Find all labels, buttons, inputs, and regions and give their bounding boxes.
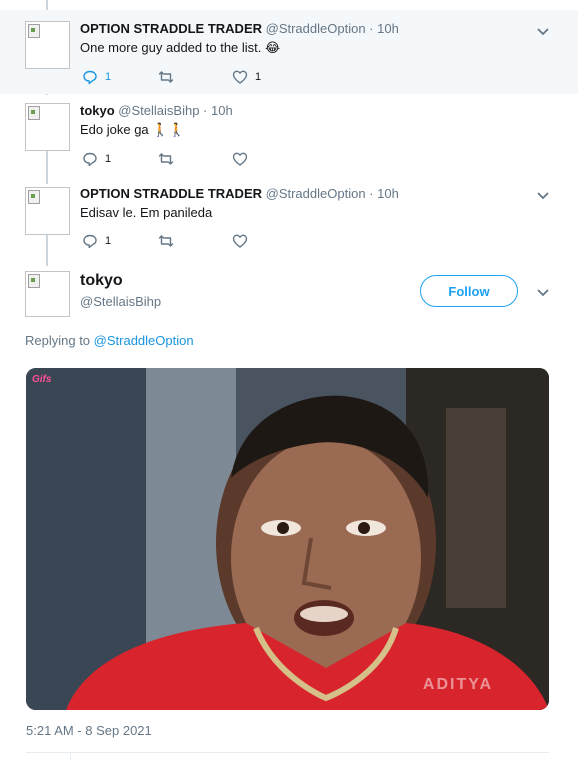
avatar[interactable] bbox=[25, 21, 70, 69]
like-button[interactable] bbox=[232, 233, 255, 249]
like-count: 1 bbox=[255, 71, 262, 83]
tweet-page: OPTION STRADDLE TRADER @StraddleOption ·… bbox=[0, 0, 578, 760]
tweet-header: OPTION STRADDLE TRADER @StraddleOption ·… bbox=[80, 186, 399, 201]
tweet-header: tokyo @StellaisBihp · 10h bbox=[80, 103, 233, 118]
tweet-text: Edisav le. Em panileda bbox=[80, 205, 213, 220]
replying-prefix: Replying to bbox=[25, 333, 94, 348]
divider bbox=[26, 752, 549, 753]
media-illustration bbox=[26, 368, 549, 710]
display-name[interactable]: tokyo bbox=[80, 103, 115, 118]
user-handle[interactable]: @StellaisBihp bbox=[80, 294, 161, 309]
heart-icon bbox=[232, 152, 248, 166]
retweet-button[interactable] bbox=[158, 151, 181, 167]
chevron-down-icon[interactable] bbox=[536, 27, 550, 37]
heart-icon bbox=[232, 234, 248, 248]
tweet-actions: 1 bbox=[82, 151, 282, 169]
display-name[interactable]: OPTION STRADDLE TRADER bbox=[80, 21, 262, 36]
tweet-actions: 1 bbox=[82, 233, 282, 251]
avatar[interactable] bbox=[25, 103, 70, 151]
reply-tweet[interactable]: OPTION STRADDLE TRADER @StraddleOption ·… bbox=[0, 178, 578, 260]
heart-icon bbox=[232, 70, 248, 84]
tweet-text: Edo joke ga 🚶🚶 bbox=[80, 122, 185, 137]
replying-to: Replying to @StraddleOption bbox=[25, 333, 194, 348]
like-button[interactable] bbox=[232, 151, 255, 167]
reply-button[interactable]: 1 bbox=[82, 233, 111, 249]
thread-line bbox=[46, 0, 48, 10]
user-handle[interactable]: @StraddleOption bbox=[266, 21, 366, 36]
reply-button[interactable]: 1 bbox=[82, 69, 111, 85]
tweet-time[interactable]: 10h bbox=[377, 21, 399, 36]
user-handle[interactable]: @StellaisBihp bbox=[118, 103, 199, 118]
separator-dot: · bbox=[369, 21, 374, 36]
follow-button[interactable]: Follow bbox=[420, 275, 518, 307]
like-button[interactable]: 1 bbox=[232, 69, 261, 85]
tweet-media-gif[interactable]: Gifs ADITYA bbox=[26, 368, 549, 710]
retweet-button[interactable] bbox=[158, 233, 181, 249]
tweet-time[interactable]: 10h bbox=[377, 186, 399, 201]
chevron-down-icon[interactable] bbox=[536, 191, 550, 201]
display-name[interactable]: tokyo bbox=[80, 272, 123, 290]
retweet-button[interactable] bbox=[158, 69, 181, 85]
reply-icon bbox=[83, 152, 97, 167]
separator-dot: · bbox=[369, 186, 374, 201]
tweet-timestamp[interactable]: 5:21 AM - 8 Sep 2021 bbox=[26, 723, 152, 738]
divider bbox=[70, 752, 71, 760]
reply-tweet[interactable]: tokyo @StellaisBihp · 10h Edo joke ga 🚶🚶… bbox=[0, 95, 578, 177]
user-handle[interactable]: @StraddleOption bbox=[266, 186, 366, 201]
reply-count: 1 bbox=[105, 153, 112, 165]
separator-dot: · bbox=[203, 103, 208, 118]
reply-count: 1 bbox=[105, 235, 112, 247]
avatar[interactable] bbox=[25, 271, 70, 317]
tweet-actions: 1 1 bbox=[82, 69, 282, 87]
media-watermark: Gifs bbox=[32, 374, 52, 385]
tweet-text: One more guy added to the list. 😂 bbox=[80, 40, 281, 55]
reply-icon bbox=[83, 234, 97, 249]
reply-count: 1 bbox=[105, 71, 112, 83]
retweet-icon bbox=[158, 235, 174, 247]
chevron-down-icon[interactable] bbox=[536, 288, 550, 298]
media-channel-logo: ADITYA bbox=[422, 676, 493, 693]
reply-tweet[interactable]: OPTION STRADDLE TRADER @StraddleOption ·… bbox=[0, 10, 578, 94]
retweet-icon bbox=[158, 71, 174, 83]
reply-button[interactable]: 1 bbox=[82, 151, 111, 167]
tweet-header: OPTION STRADDLE TRADER @StraddleOption ·… bbox=[80, 21, 399, 36]
avatar[interactable] bbox=[25, 187, 70, 235]
replying-to-link[interactable]: @StraddleOption bbox=[94, 333, 194, 348]
display-name[interactable]: OPTION STRADDLE TRADER bbox=[80, 186, 262, 201]
reply-icon bbox=[83, 70, 97, 85]
retweet-icon bbox=[158, 153, 174, 165]
tweet-time[interactable]: 10h bbox=[211, 103, 233, 118]
